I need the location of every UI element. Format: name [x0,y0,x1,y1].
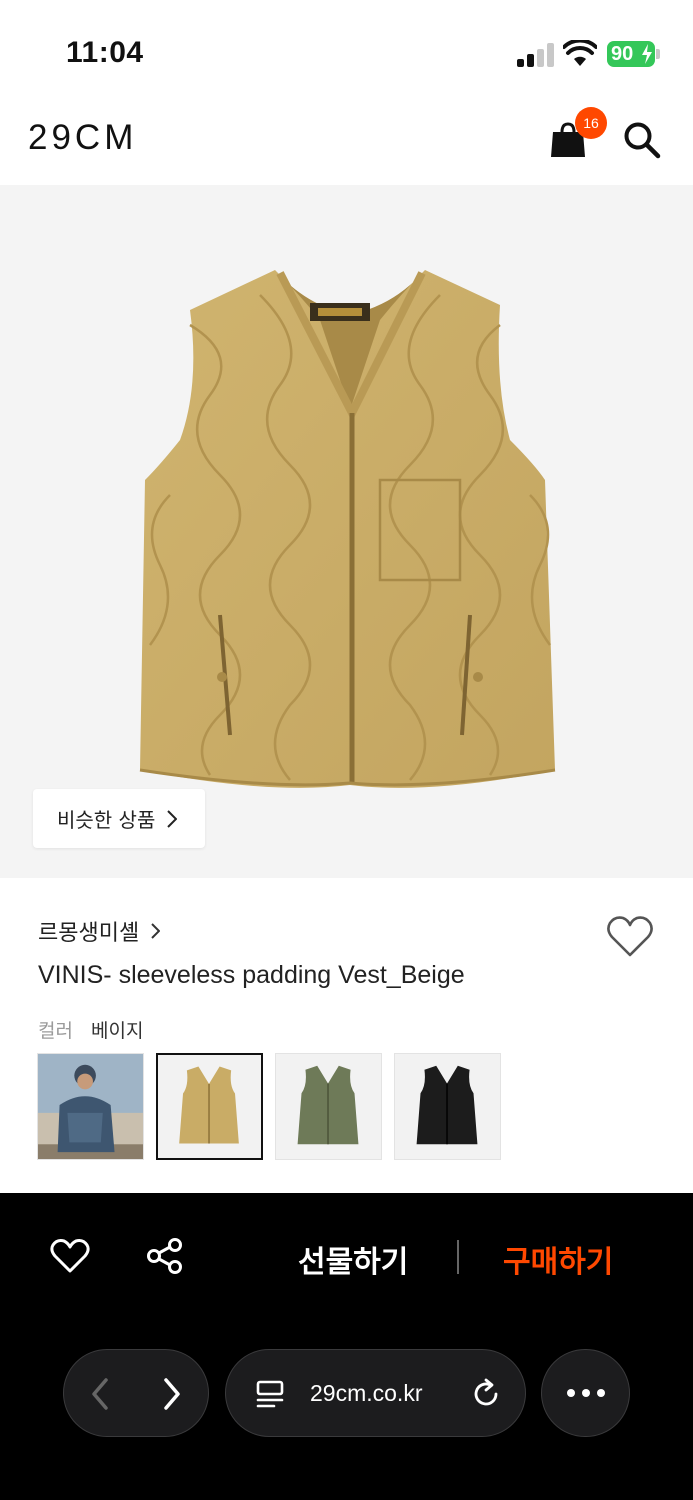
wifi-icon [563,40,597,66]
charging-bolt-icon [642,44,652,64]
color-option-row: 컬러 베이지 [38,1016,143,1043]
khaki-vest-image [276,1054,381,1159]
share-icon[interactable] [146,1237,184,1275]
thumbnail-beige[interactable] [156,1053,263,1160]
navigation-pill [63,1349,209,1437]
page-menu-icon[interactable] [254,1378,286,1410]
chevron-right-icon [167,809,178,828]
heart-icon[interactable] [606,914,654,958]
brand-name: 르몽생미셸 [38,921,140,946]
color-label: 컬러 [38,1020,73,1042]
back-arrow-icon[interactable] [86,1374,114,1414]
cart-count-badge: 16 [575,107,607,139]
black-vest-image [395,1054,500,1159]
status-bar: 11:04 90 [0,0,693,100]
thumbnail-black[interactable] [394,1053,501,1160]
purchase-action-bar: 선물하기 구매하기 [0,1193,693,1323]
similar-products-label: 비슷한 상품 [57,808,156,832]
model-photo-image [38,1054,143,1159]
similar-products-button[interactable]: 비슷한 상품 [33,789,205,848]
brand-link[interactable]: 르몽생미셸 [38,915,161,947]
more-dots-icon [567,1389,605,1397]
status-time: 11:04 [66,36,144,69]
thumbnail-model-photo[interactable] [37,1053,144,1160]
cellular-signal-icon [517,43,555,67]
gift-button[interactable]: 선물하기 [298,1237,408,1281]
action-divider [457,1240,459,1274]
beige-vest-image [158,1055,261,1158]
reload-icon[interactable] [470,1378,502,1410]
heart-icon[interactable] [50,1238,90,1274]
color-thumbnails [37,1053,501,1160]
url-text: 29cm.co.kr [310,1380,423,1406]
color-value: 베이지 [91,1020,144,1042]
brand-logo[interactable]: 29CM [28,118,137,158]
product-title: VINIS- sleeveless padding Vest_Beige [38,961,465,989]
forward-arrow-icon[interactable] [158,1374,186,1414]
buy-button[interactable]: 구매하기 [503,1237,613,1281]
search-icon[interactable] [622,120,662,160]
product-vest-image [139,270,556,788]
thumbnail-khaki[interactable] [275,1053,382,1160]
chevron-right-icon [151,923,161,939]
product-hero-image[interactable]: 비슷한 상품 [0,185,693,878]
battery-tip [656,49,660,59]
browser-toolbar: 29cm.co.kr [0,1323,693,1500]
address-bar[interactable]: 29cm.co.kr [225,1349,526,1437]
more-options-button[interactable] [541,1349,630,1437]
